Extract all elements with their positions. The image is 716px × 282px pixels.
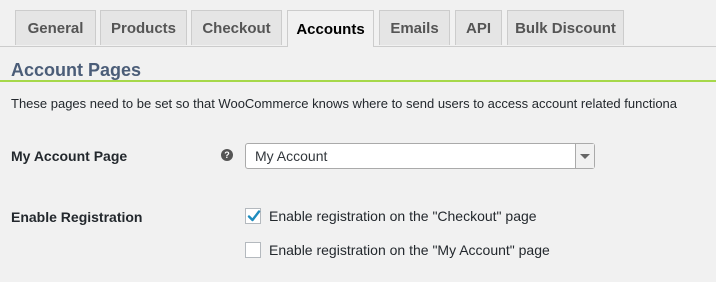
tab-bulk-discount[interactable]: Bulk Discount: [507, 10, 624, 45]
tab-accounts[interactable]: Accounts: [287, 10, 374, 47]
tab-checkout[interactable]: Checkout: [191, 10, 282, 45]
my-account-registration-checkbox[interactable]: [245, 242, 261, 258]
select-value: My Account: [255, 148, 328, 164]
tab-products[interactable]: Products: [100, 10, 187, 45]
chevron-down-icon[interactable]: [575, 144, 594, 168]
section-title: Account Pages: [11, 60, 142, 80]
tab-general[interactable]: General: [15, 10, 96, 45]
tab-api[interactable]: API: [455, 10, 502, 45]
enable-registration-label: Enable Registration: [11, 209, 143, 225]
my-account-page-select[interactable]: My Account: [245, 143, 595, 169]
my-account-page-label: My Account Page: [11, 148, 128, 164]
checkmark-icon: [247, 210, 261, 222]
tab-emails[interactable]: Emails: [379, 10, 450, 45]
checkout-registration-label[interactable]: Enable registration on the "Checkout" pa…: [269, 208, 537, 224]
checkout-registration-checkbox[interactable]: [245, 208, 261, 224]
my-account-registration-label[interactable]: Enable registration on the "My Account" …: [269, 242, 550, 258]
section-divider: [0, 80, 716, 82]
settings-tabs: General Products Checkout Accounts Email…: [0, 0, 716, 47]
help-icon[interactable]: ?: [221, 149, 233, 161]
section-description: These pages need to be set so that WooCo…: [11, 96, 678, 111]
